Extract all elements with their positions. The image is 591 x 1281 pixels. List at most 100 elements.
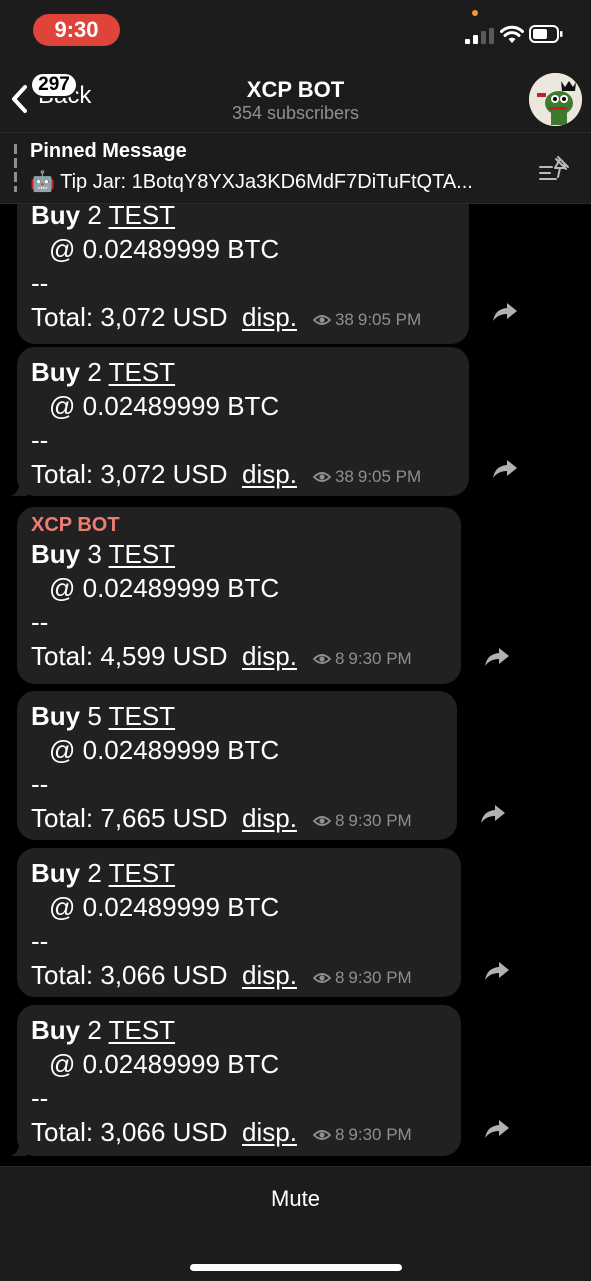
order-total: Total: 3,072 USD: [31, 459, 228, 489]
message-time: 9:30 PM: [348, 968, 412, 987]
order-action: Buy: [31, 701, 81, 731]
share-arrow-icon[interactable]: [480, 803, 506, 825]
message-bubble[interactable]: Buy 2 TEST @ 0.02489999 BTC -- Total: 3,066…: [17, 848, 461, 997]
asset-link[interactable]: TEST: [109, 204, 175, 230]
share-arrow-icon[interactable]: [484, 960, 510, 982]
eye-icon: [312, 315, 331, 325]
view-count: 8: [334, 811, 345, 830]
separator-text: --: [31, 926, 49, 956]
message-meta: 8 9:30 PM: [312, 1118, 412, 1152]
order-price: @ 0.02489999 BTC: [49, 1049, 280, 1079]
message-meta: 8 9:30 PM: [312, 804, 412, 838]
separator-text: --: [31, 268, 49, 298]
asset-link[interactable]: TEST: [109, 701, 175, 731]
message-time: 9:05 PM: [357, 310, 422, 329]
eye-icon: [312, 1130, 331, 1140]
frog-avatar-icon: [529, 73, 582, 126]
dispenser-link[interactable]: disp.: [242, 803, 297, 833]
message-bubble[interactable]: XCP BOT Buy 3 TEST @ 0.02489999 BTC -- Total…: [17, 507, 461, 684]
dispenser-link[interactable]: disp.: [242, 459, 297, 489]
message-time: 9:30 PM: [348, 1125, 412, 1144]
order-total: Total: 4,599 USD: [31, 641, 228, 671]
order-action: Buy: [31, 357, 81, 387]
share-arrow-icon[interactable]: [484, 1118, 510, 1140]
share-arrow-icon[interactable]: [492, 458, 518, 480]
eye-icon: [312, 654, 331, 664]
order-total: Total: 3,066 USD: [31, 960, 228, 990]
channel-title[interactable]: XCP BOT: [0, 77, 591, 103]
home-indicator: [190, 1264, 402, 1271]
message-meta: 38 9:05 PM: [312, 460, 422, 494]
message-meta: 38 9:05 PM: [312, 303, 422, 337]
separator-text: --: [31, 425, 49, 455]
status-time[interactable]: 9:30: [33, 14, 120, 46]
subscriber-count: 354 subscribers: [231, 103, 360, 123]
dispenser-link[interactable]: disp.: [242, 1117, 297, 1147]
eye-icon: [312, 973, 331, 983]
order-action: Buy: [31, 539, 81, 569]
view-count: 8: [334, 968, 345, 987]
order-total: Total: 7,665 USD: [31, 803, 228, 833]
bubble-tail: [11, 482, 27, 496]
asset-link[interactable]: TEST: [109, 858, 175, 888]
pinned-text: 🤖 Tip Jar: 1BotqY8YXJa3KD6MdF7DiTuFtQTA.…: [30, 171, 473, 193]
battery-icon: [529, 25, 563, 43]
order-price: @ 0.02489999 BTC: [49, 892, 280, 922]
asset-link[interactable]: TEST: [109, 1015, 175, 1045]
message-meta: 8 9:30 PM: [312, 642, 412, 676]
order-quantity: 2: [87, 1015, 102, 1045]
message-bubble[interactable]: Buy 2 TEST @ 0.02489999 BTC -- Total: 3,072…: [11, 347, 469, 496]
order-total: Total: 3,072 USD: [31, 302, 228, 332]
order-price: @ 0.02489999 BTC: [49, 735, 280, 765]
dispenser-link[interactable]: disp.: [242, 960, 297, 990]
message-time: 9:30 PM: [348, 811, 412, 830]
order-quantity: 2: [87, 204, 102, 230]
asset-link[interactable]: TEST: [109, 539, 175, 569]
eye-icon: [312, 816, 331, 826]
view-count: 38: [334, 310, 354, 329]
pinned-message-bar[interactable]: Pinned Message 🤖 Tip Jar: 1BotqY8YXJa3KD…: [0, 133, 591, 204]
view-count: 8: [334, 649, 345, 668]
view-count: 8: [334, 1125, 345, 1144]
order-quantity: 5: [87, 701, 102, 731]
message-time: 9:30 PM: [348, 649, 412, 668]
order-action: Buy: [31, 1015, 81, 1045]
message-bubble[interactable]: Buy 5 TEST @ 0.02489999 BTC -- Total: 7,665…: [17, 691, 457, 840]
pinned-title: Pinned Message: [30, 140, 187, 162]
order-action: Buy: [31, 204, 81, 230]
eye-icon: [312, 472, 331, 482]
view-count: 38: [334, 467, 354, 486]
message-bubble[interactable]: Buy 2 TEST @ 0.02489999 BTC -- Total: 3,072…: [17, 204, 469, 344]
message-time: 9:05 PM: [357, 467, 422, 486]
order-quantity: 2: [87, 357, 102, 387]
mute-button[interactable]: Mute: [0, 1186, 591, 1212]
message-list[interactable]: Buy 2 TEST @ 0.02489999 BTC -- Total: 3,072…: [0, 204, 591, 1166]
dispenser-link[interactable]: disp.: [242, 302, 297, 332]
message-bubble[interactable]: Buy 2 TEST @ 0.02489999 BTC -- Total: 3,066…: [11, 1005, 461, 1156]
order-quantity: 2: [87, 858, 102, 888]
dispenser-link[interactable]: disp.: [242, 641, 297, 671]
message-sender[interactable]: XCP BOT: [31, 513, 447, 537]
status-bar: 9:30: [0, 0, 591, 60]
bottom-bar: Mute: [0, 1166, 591, 1281]
channel-avatar[interactable]: [529, 73, 582, 126]
separator-text: --: [31, 1083, 49, 1113]
bubble-tail: [11, 1142, 27, 1156]
order-action: Buy: [31, 858, 81, 888]
pinned-list-icon[interactable]: [538, 155, 570, 181]
separator-text: --: [31, 607, 49, 637]
wifi-icon: [500, 25, 524, 43]
message-meta: 8 9:30 PM: [312, 961, 412, 995]
cellular-signal-icon: [465, 28, 494, 44]
order-quantity: 3: [87, 539, 102, 569]
share-arrow-icon[interactable]: [492, 301, 518, 323]
asset-link[interactable]: TEST: [109, 357, 175, 387]
separator-text: --: [31, 769, 49, 799]
order-price: @ 0.02489999 BTC: [49, 573, 280, 603]
privacy-indicator-dot: [472, 10, 478, 16]
order-price: @ 0.02489999 BTC: [49, 391, 280, 421]
share-arrow-icon[interactable]: [484, 646, 510, 668]
order-total: Total: 3,066 USD: [31, 1117, 228, 1147]
chat-header: Back 297 XCP BOT 354 subscribers: [0, 60, 591, 133]
order-price: @ 0.02489999 BTC: [49, 234, 280, 264]
